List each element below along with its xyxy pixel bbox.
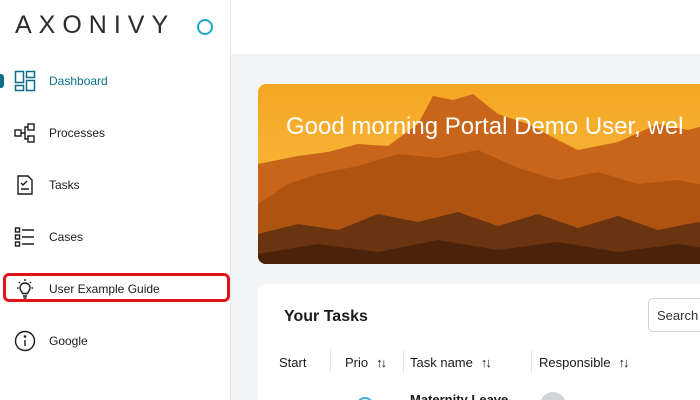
sidebar: AXONIVY Dashboard Processes Tasks Cases [0, 0, 231, 400]
tasks-widget-title: Your Tasks [284, 308, 368, 325]
dashboard-icon [14, 70, 36, 92]
sidebar-item-label: Cases [49, 230, 84, 244]
task-name-cell[interactable]: Maternity Leave [410, 392, 508, 400]
cases-icon [14, 227, 34, 247]
column-header-task-name[interactable]: Task name ↑↓ [410, 355, 492, 370]
column-divider [531, 350, 532, 372]
top-bar [231, 0, 700, 54]
sidebar-item-label: Tasks [49, 178, 80, 192]
column-header-responsible[interactable]: Responsible ↑↓ [539, 355, 630, 370]
sidebar-item-label: Processes [49, 126, 106, 140]
column-header-prio[interactable]: Prio ↑↓ [345, 355, 387, 370]
task-search-input[interactable] [648, 298, 700, 332]
sort-icon: ↑↓ [480, 355, 492, 370]
processes-icon [14, 123, 35, 143]
sidebar-item-tasks[interactable]: Tasks [0, 165, 231, 205]
tasks-widget [258, 284, 700, 400]
greeting-text: Good morning Portal Demo User, wel [286, 113, 684, 140]
column-header-start[interactable]: Start [279, 355, 306, 370]
sort-icon: ↑↓ [618, 355, 630, 370]
sidebar-item-processes[interactable]: Processes [0, 113, 231, 153]
tasks-icon [17, 175, 33, 195]
sidebar-item-label: Dashboard [49, 74, 108, 88]
welcome-banner [258, 84, 700, 264]
sidebar-item-label: Google [49, 334, 88, 348]
sidebar-item-dashboard[interactable]: Dashboard [0, 61, 231, 101]
sort-icon: ↑↓ [376, 355, 387, 370]
highlight-box [3, 273, 230, 302]
info-icon [14, 330, 36, 352]
column-divider [330, 350, 331, 372]
column-divider [403, 350, 404, 372]
sidebar-item-google[interactable]: Google [0, 321, 231, 361]
axonivy-logo[interactable]: AXONIVY [15, 11, 175, 40]
menu-toggle-icon[interactable] [197, 19, 213, 35]
mountain-illustration [258, 84, 700, 264]
sidebar-item-cases[interactable]: Cases [0, 217, 231, 257]
